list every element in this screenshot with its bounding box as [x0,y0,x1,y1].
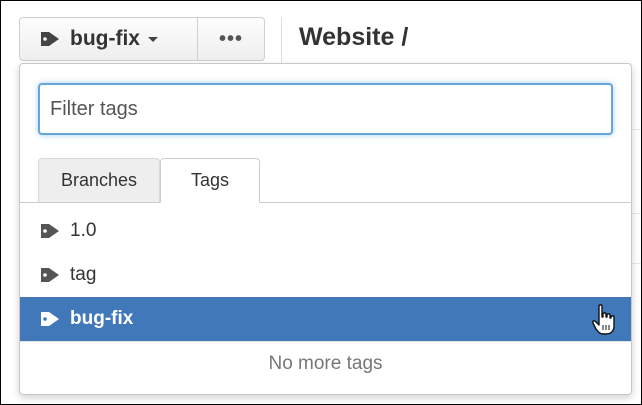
tag-item-tag[interactable]: tag [20,253,631,297]
tag-icon [41,32,59,46]
ref-tabs: Branches Tags [20,158,631,203]
tag-item-label: 1.0 [70,220,97,241]
branch-tag-selector-button[interactable]: bug-fix [19,17,197,61]
page-frame: bug-fix ••• Website / Branches Tags 1.0 [0,0,642,405]
current-ref-label: bug-fix [70,27,140,50]
tag-item-bug-fix[interactable]: bug-fix [20,297,631,341]
tag-item-1-0[interactable]: 1.0 [20,209,631,253]
no-more-tags-message: No more tags [20,341,631,386]
tag-item-label: tag [70,264,97,285]
tag-icon [41,312,59,326]
header-divider [281,17,282,63]
tag-item-label: bug-fix [70,308,134,329]
tag-icon [41,268,59,282]
filter-tags-input[interactable] [38,83,613,135]
tag-icon [41,224,59,238]
tab-branches[interactable]: Branches [38,158,160,202]
chevron-down-icon [147,36,158,42]
tab-tags[interactable]: Tags [160,158,260,203]
tag-list: 1.0 tag bug-fix No more tags [20,209,631,386]
more-options-button[interactable]: ••• [197,17,265,61]
ref-dropdown-menu: Branches Tags 1.0 tag [19,63,632,395]
breadcrumb-repo[interactable]: Website / [299,23,408,52]
pointer-hand-icon [592,304,615,335]
